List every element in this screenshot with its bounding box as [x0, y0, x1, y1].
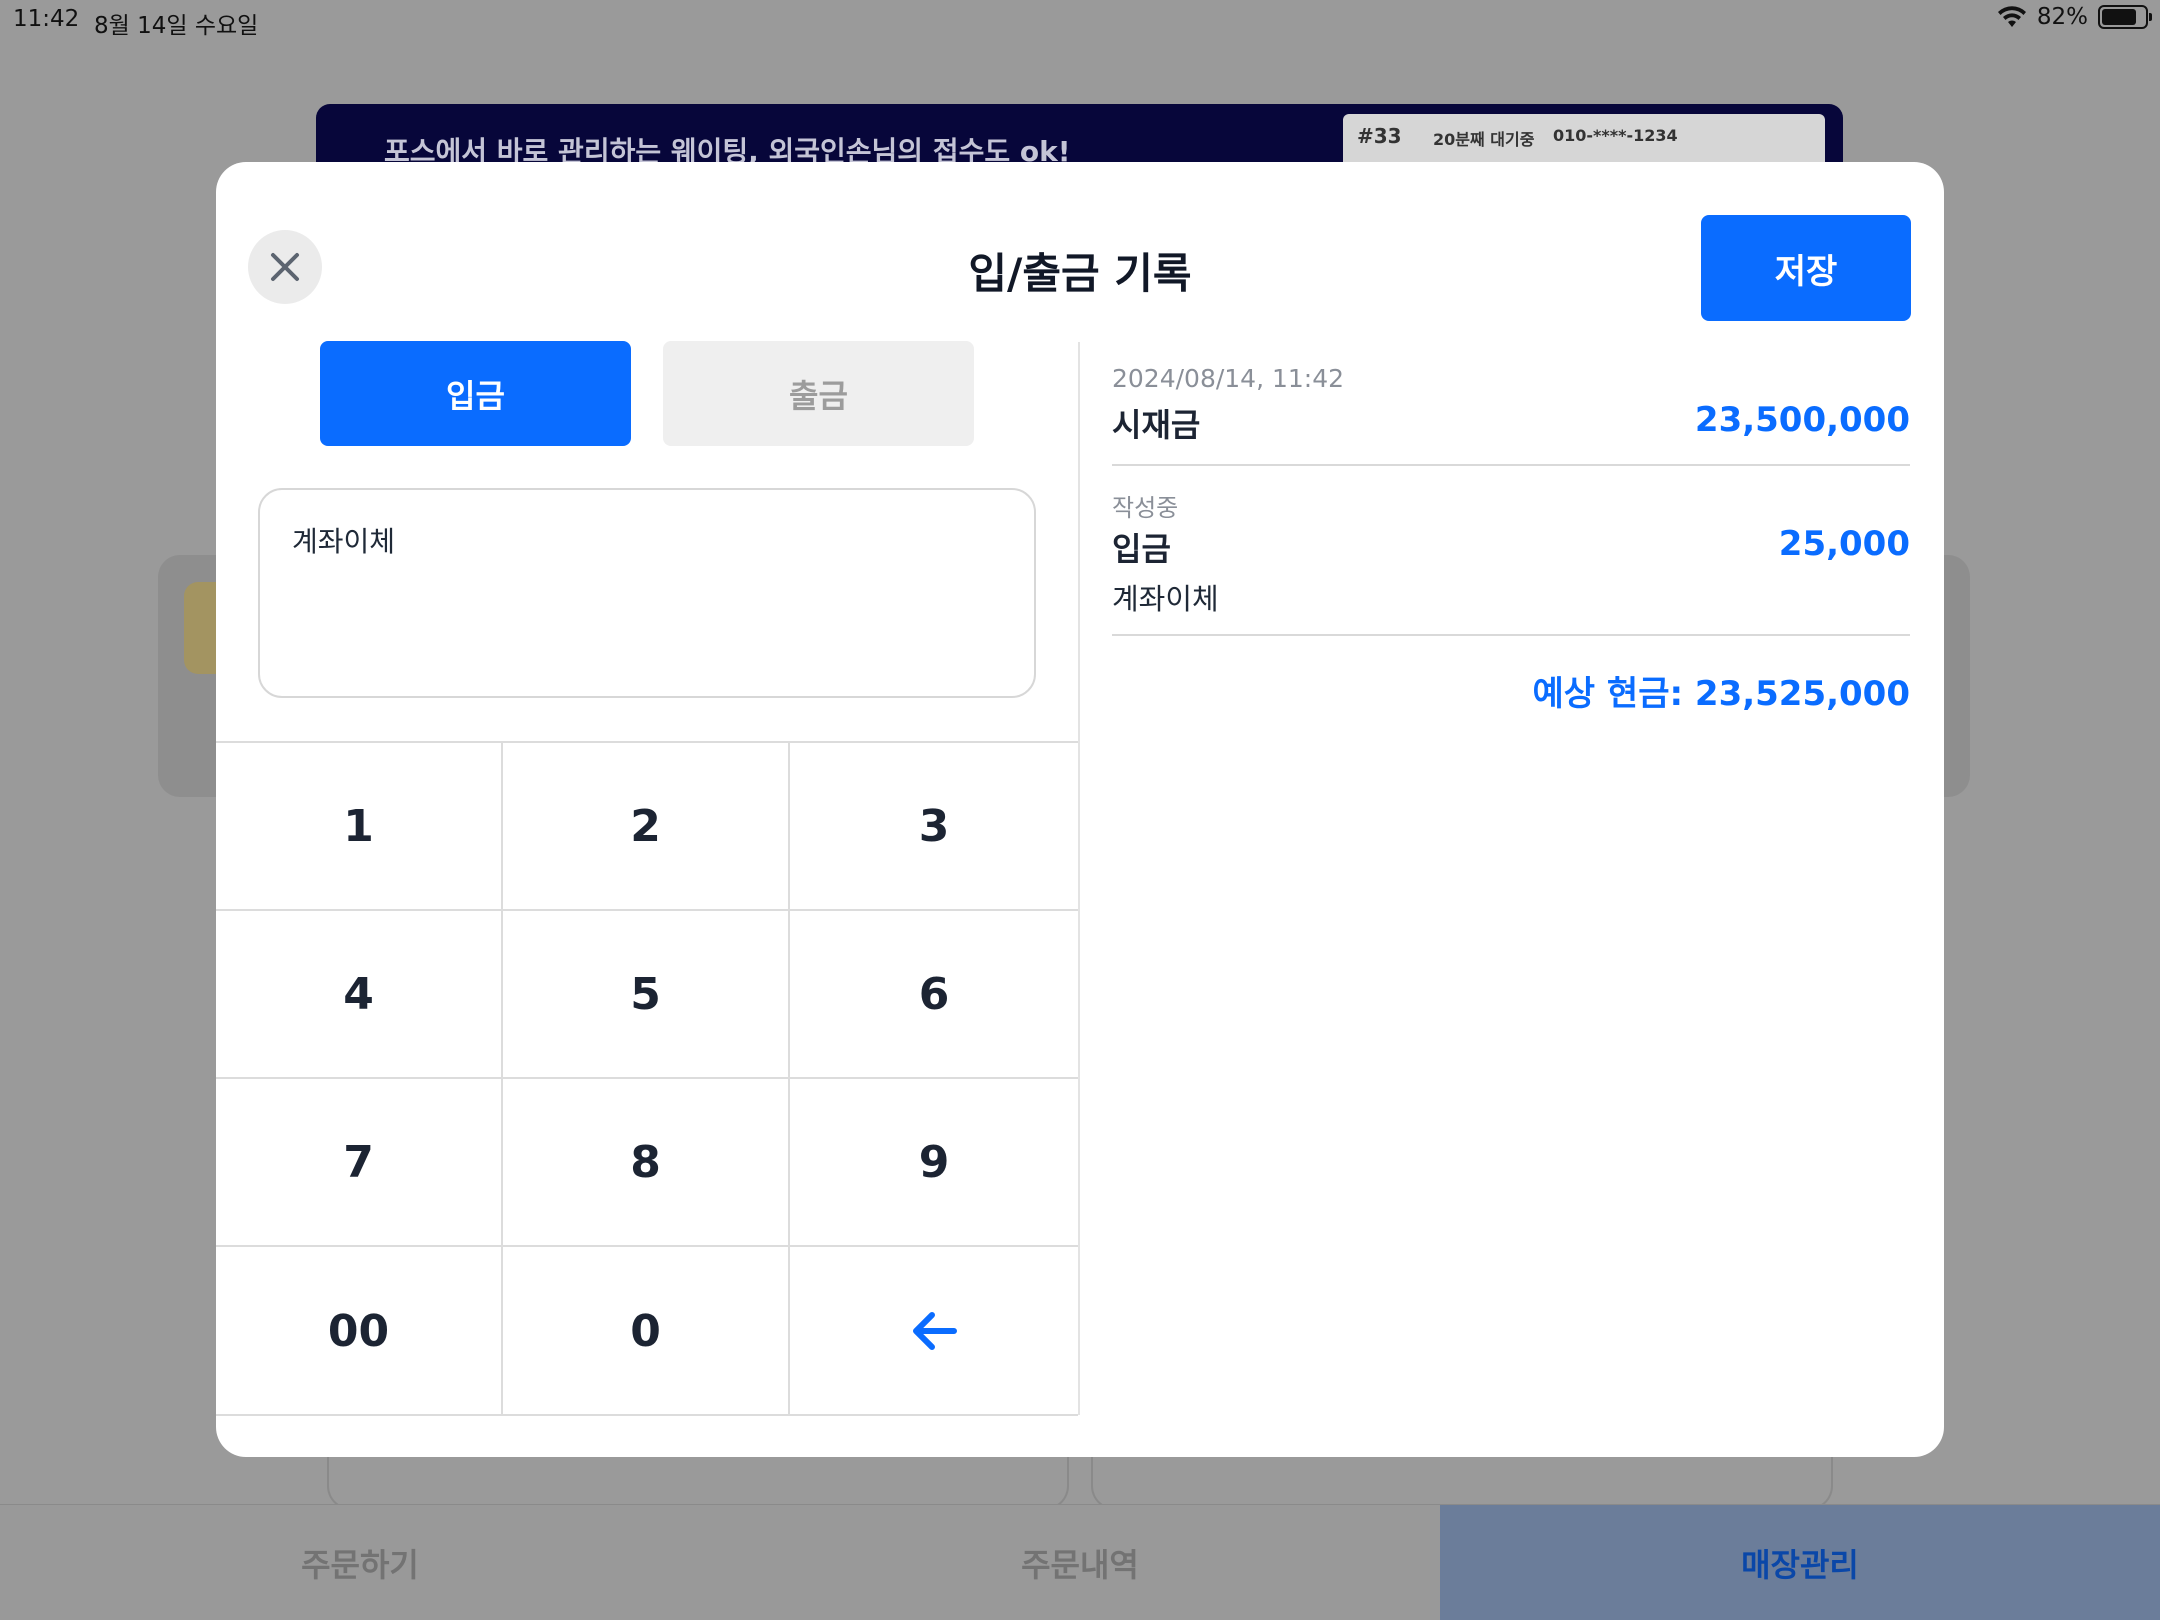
memo-input[interactable]: 계좌이체	[258, 488, 1036, 698]
battery-icon	[2098, 5, 2152, 29]
tab-store-management[interactable]: 매장관리	[1440, 1505, 2160, 1620]
key-2[interactable]: 2	[503, 743, 790, 911]
tab-order[interactable]: 주문하기	[0, 1505, 720, 1620]
modal-title: 입/출금 기록	[968, 249, 1192, 298]
save-button[interactable]: 저장	[1701, 215, 1911, 321]
draft-amount: 25,000	[1778, 524, 1910, 564]
backspace-arrow-icon	[913, 1312, 957, 1350]
deposit-toggle-button[interactable]: 입금	[320, 341, 631, 446]
summary-divider	[1112, 464, 1910, 466]
banner-card-number: #33	[1357, 124, 1402, 148]
status-bar: 11:42 8월 14일 수요일 82%	[0, 0, 2160, 40]
banner-card-wait: 20분째 대기중	[1433, 130, 1535, 149]
key-6[interactable]: 6	[790, 911, 1078, 1079]
banner-card-phone: 010-****-1234	[1553, 126, 1678, 145]
expected-cash: 예상 현금: 23,525,000	[1532, 674, 1910, 714]
backspace-key[interactable]	[790, 1247, 1078, 1415]
wifi-icon	[1997, 6, 2026, 27]
draft-memo: 계좌이체	[1112, 582, 1219, 616]
status-time: 11:42	[13, 6, 80, 32]
battery-percent: 82%	[2036, 4, 2088, 30]
cash-record-modal: 입/출금 기록 저장 입금 출금 계좌이체 1 2 3 4 5 6 7 8 9 …	[216, 162, 1944, 1457]
summary-divider	[1112, 634, 1910, 636]
tab-order-history[interactable]: 주문내역	[720, 1505, 1440, 1620]
key-0[interactable]: 0	[503, 1247, 790, 1415]
key-3[interactable]: 3	[790, 743, 1078, 911]
status-indicators: 82%	[1997, 4, 2152, 30]
draft-status: 작성중	[1112, 494, 1179, 522]
key-1[interactable]: 1	[216, 743, 503, 911]
key-9[interactable]: 9	[790, 1079, 1078, 1247]
key-5[interactable]: 5	[503, 911, 790, 1079]
key-7[interactable]: 7	[216, 1079, 503, 1247]
withdraw-toggle-button[interactable]: 출금	[663, 341, 974, 446]
key-00[interactable]: 00	[216, 1247, 503, 1415]
float-amount: 23,500,000	[1694, 400, 1910, 440]
float-label: 시재금	[1112, 406, 1201, 444]
key-4[interactable]: 4	[216, 911, 503, 1079]
panel-divider	[1078, 342, 1080, 1415]
record-datetime: 2024/08/14, 11:42	[1112, 364, 1345, 393]
draft-type: 입금	[1112, 530, 1171, 568]
numeric-keypad: 1 2 3 4 5 6 7 8 9 00 0	[216, 741, 1078, 1416]
key-8[interactable]: 8	[503, 1079, 790, 1247]
status-date: 8월 14일 수요일	[94, 13, 259, 39]
bottom-tab-bar: 주문하기 주문내역 매장관리	[0, 1504, 2160, 1620]
